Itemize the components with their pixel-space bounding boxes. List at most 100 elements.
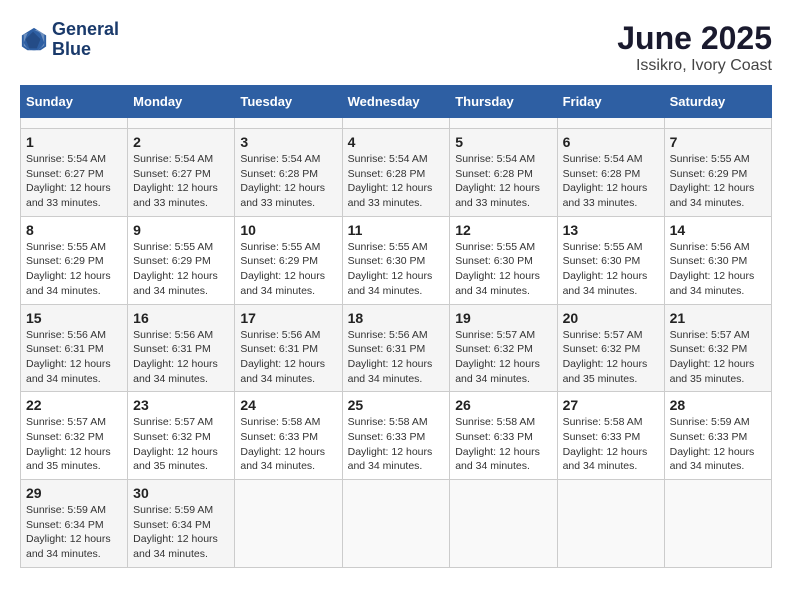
day-number: 12: [455, 222, 551, 238]
day-number: 15: [26, 310, 122, 326]
day-info: Sunrise: 5:57 AMSunset: 6:32 PMDaylight:…: [133, 415, 229, 474]
day-info: Sunrise: 5:58 AMSunset: 6:33 PMDaylight:…: [240, 415, 336, 474]
calendar-cell: [450, 480, 557, 568]
day-info: Sunrise: 5:57 AMSunset: 6:32 PMDaylight:…: [563, 328, 659, 387]
day-info: Sunrise: 5:58 AMSunset: 6:33 PMDaylight:…: [348, 415, 445, 474]
day-number: 24: [240, 397, 336, 413]
day-number: 6: [563, 134, 659, 150]
day-info: Sunrise: 5:59 AMSunset: 6:34 PMDaylight:…: [133, 503, 229, 562]
calendar-cell: 30 Sunrise: 5:59 AMSunset: 6:34 PMDayligh…: [128, 480, 235, 568]
calendar-week-row: 1 Sunrise: 5:54 AMSunset: 6:27 PMDaylight…: [21, 129, 772, 217]
calendar-cell: 11Sunrise: 5:55 AMSunset: 6:30 PMDayligh…: [342, 216, 450, 304]
page-title: June 2025: [617, 20, 772, 57]
day-info: Sunrise: 5:56 AMSunset: 6:31 PMDaylight:…: [240, 328, 336, 387]
calendar-cell: 7Sunrise: 5:55 AMSunset: 6:29 PMDaylight…: [664, 129, 771, 217]
day-of-week-header: Thursday: [450, 86, 557, 118]
logo-line2: Blue: [52, 40, 119, 60]
calendar-cell: [128, 118, 235, 129]
day-of-week-header: Saturday: [664, 86, 771, 118]
calendar-cell: 15Sunrise: 5:56 AMSunset: 6:31 PMDayligh…: [21, 304, 128, 392]
calendar-cell: 4 Sunrise: 5:54 AMSunset: 6:28 PMDaylight…: [342, 129, 450, 217]
day-number: 30: [133, 485, 229, 501]
calendar-cell: 23 Sunrise: 5:57 AMSunset: 6:32 PMDayligh…: [128, 392, 235, 480]
logo-text: General Blue: [52, 20, 119, 60]
calendar-cell: 14 Sunrise: 5:56 AMSunset: 6:30 PMDayligh…: [664, 216, 771, 304]
calendar-cell: [664, 118, 771, 129]
day-info: Sunrise: 5:56 AMSunset: 6:30 PMDaylight:…: [670, 240, 766, 299]
calendar-cell: 1 Sunrise: 5:54 AMSunset: 6:27 PMDaylight…: [21, 129, 128, 217]
day-number: 5: [455, 134, 551, 150]
day-number: 2: [133, 134, 229, 150]
day-number: 20: [563, 310, 659, 326]
title-area: June 2025 Issikro, Ivory Coast: [617, 20, 772, 75]
calendar-cell: 16 Sunrise: 5:56 AMSunset: 6:31 PMDayligh…: [128, 304, 235, 392]
day-number: 21: [670, 310, 766, 326]
day-number: 10: [240, 222, 336, 238]
calendar-cell: [235, 118, 342, 129]
logo-line1: General: [52, 20, 119, 40]
calendar-cell: 3Sunrise: 5:54 AMSunset: 6:28 PMDaylight…: [235, 129, 342, 217]
day-number: 16: [133, 310, 229, 326]
day-number: 23: [133, 397, 229, 413]
day-info: Sunrise: 5:55 AMSunset: 6:29 PMDaylight:…: [133, 240, 229, 299]
day-number: 14: [670, 222, 766, 238]
day-number: 8: [26, 222, 122, 238]
day-number: 4: [348, 134, 445, 150]
calendar-cell: 27 Sunrise: 5:58 AMSunset: 6:33 PMDayligh…: [557, 392, 664, 480]
calendar-cell: 9 Sunrise: 5:55 AMSunset: 6:29 PMDaylight…: [128, 216, 235, 304]
day-info: Sunrise: 5:55 AMSunset: 6:29 PMDaylight:…: [670, 152, 766, 211]
day-number: 28: [670, 397, 766, 413]
day-info: Sunrise: 5:55 AMSunset: 6:30 PMDaylight:…: [563, 240, 659, 299]
page-subtitle: Issikro, Ivory Coast: [617, 57, 772, 75]
day-info: Sunrise: 5:56 AMSunset: 6:31 PMDaylight:…: [348, 328, 445, 387]
day-number: 13: [563, 222, 659, 238]
calendar-week-row: 22 Sunrise: 5:57 AMSunset: 6:32 PMDayligh…: [21, 392, 772, 480]
calendar-cell: 8Sunrise: 5:55 AMSunset: 6:29 PMDaylight…: [21, 216, 128, 304]
calendar-week-row: 29 Sunrise: 5:59 AMSunset: 6:34 PMDayligh…: [21, 480, 772, 568]
day-number: 1: [26, 134, 122, 150]
day-number: 9: [133, 222, 229, 238]
day-info: Sunrise: 5:59 AMSunset: 6:33 PMDaylight:…: [670, 415, 766, 474]
day-info: Sunrise: 5:58 AMSunset: 6:33 PMDaylight:…: [563, 415, 659, 474]
calendar-cell: 13 Sunrise: 5:55 AMSunset: 6:30 PMDayligh…: [557, 216, 664, 304]
day-info: Sunrise: 5:55 AMSunset: 6:29 PMDaylight:…: [240, 240, 336, 299]
calendar-header-row: SundayMondayTuesdayWednesdayThursdayFrid…: [21, 86, 772, 118]
day-number: 27: [563, 397, 659, 413]
day-number: 29: [26, 485, 122, 501]
calendar-cell: 24 Sunrise: 5:58 AMSunset: 6:33 PMDayligh…: [235, 392, 342, 480]
day-number: 22: [26, 397, 122, 413]
calendar-cell: [557, 118, 664, 129]
day-of-week-header: Friday: [557, 86, 664, 118]
day-info: Sunrise: 5:57 AMSunset: 6:32 PMDaylight:…: [26, 415, 122, 474]
calendar-cell: 19 Sunrise: 5:57 AMSunset: 6:32 PMDayligh…: [450, 304, 557, 392]
calendar-cell: 20 Sunrise: 5:57 AMSunset: 6:32 PMDayligh…: [557, 304, 664, 392]
day-info: Sunrise: 5:54 AMSunset: 6:28 PMDaylight:…: [240, 152, 336, 211]
calendar-cell: [342, 118, 450, 129]
day-number: 11: [348, 222, 445, 238]
day-info: Sunrise: 5:54 AMSunset: 6:28 PMDaylight:…: [455, 152, 551, 211]
calendar-cell: [235, 480, 342, 568]
day-info: Sunrise: 5:57 AMSunset: 6:32 PMDaylight:…: [670, 328, 766, 387]
calendar-week-row: 15 Sunrise: 5:56 AMSunset: 6:31 PMDayligh…: [21, 304, 772, 392]
day-info: Sunrise: 5:54 AMSunset: 6:28 PMDaylight:…: [348, 152, 445, 211]
day-info: Sunrise: 5:59 AMSunset: 6:34 PMDaylight:…: [26, 503, 122, 562]
calendar-week-row: [21, 118, 772, 129]
calendar-table: SundayMondayTuesdayWednesdayThursdayFrid…: [20, 85, 772, 568]
day-of-week-header: Wednesday: [342, 86, 450, 118]
calendar-cell: [664, 480, 771, 568]
calendar-cell: 21 Sunrise: 5:57 AMSunset: 6:32 PMDayligh…: [664, 304, 771, 392]
day-number: 26: [455, 397, 551, 413]
day-number: 19: [455, 310, 551, 326]
calendar-cell: 26 Sunrise: 5:58 AMSunset: 6:33 PMDayligh…: [450, 392, 557, 480]
day-info: Sunrise: 5:54 AMSunset: 6:28 PMDaylight:…: [563, 152, 659, 211]
calendar-cell: [342, 480, 450, 568]
day-info: Sunrise: 5:57 AMSunset: 6:32 PMDaylight:…: [455, 328, 551, 387]
calendar-cell: 12Sunrise: 5:55 AMSunset: 6:30 PMDayligh…: [450, 216, 557, 304]
day-info: Sunrise: 5:58 AMSunset: 6:33 PMDaylight:…: [455, 415, 551, 474]
calendar-cell: 18Sunrise: 5:56 AMSunset: 6:31 PMDayligh…: [342, 304, 450, 392]
day-info: Sunrise: 5:54 AMSunset: 6:27 PMDaylight:…: [133, 152, 229, 211]
day-info: Sunrise: 5:56 AMSunset: 6:31 PMDaylight:…: [133, 328, 229, 387]
calendar-cell: [21, 118, 128, 129]
calendar-cell: 5 Sunrise: 5:54 AMSunset: 6:28 PMDaylight…: [450, 129, 557, 217]
day-info: Sunrise: 5:54 AMSunset: 6:27 PMDaylight:…: [26, 152, 122, 211]
